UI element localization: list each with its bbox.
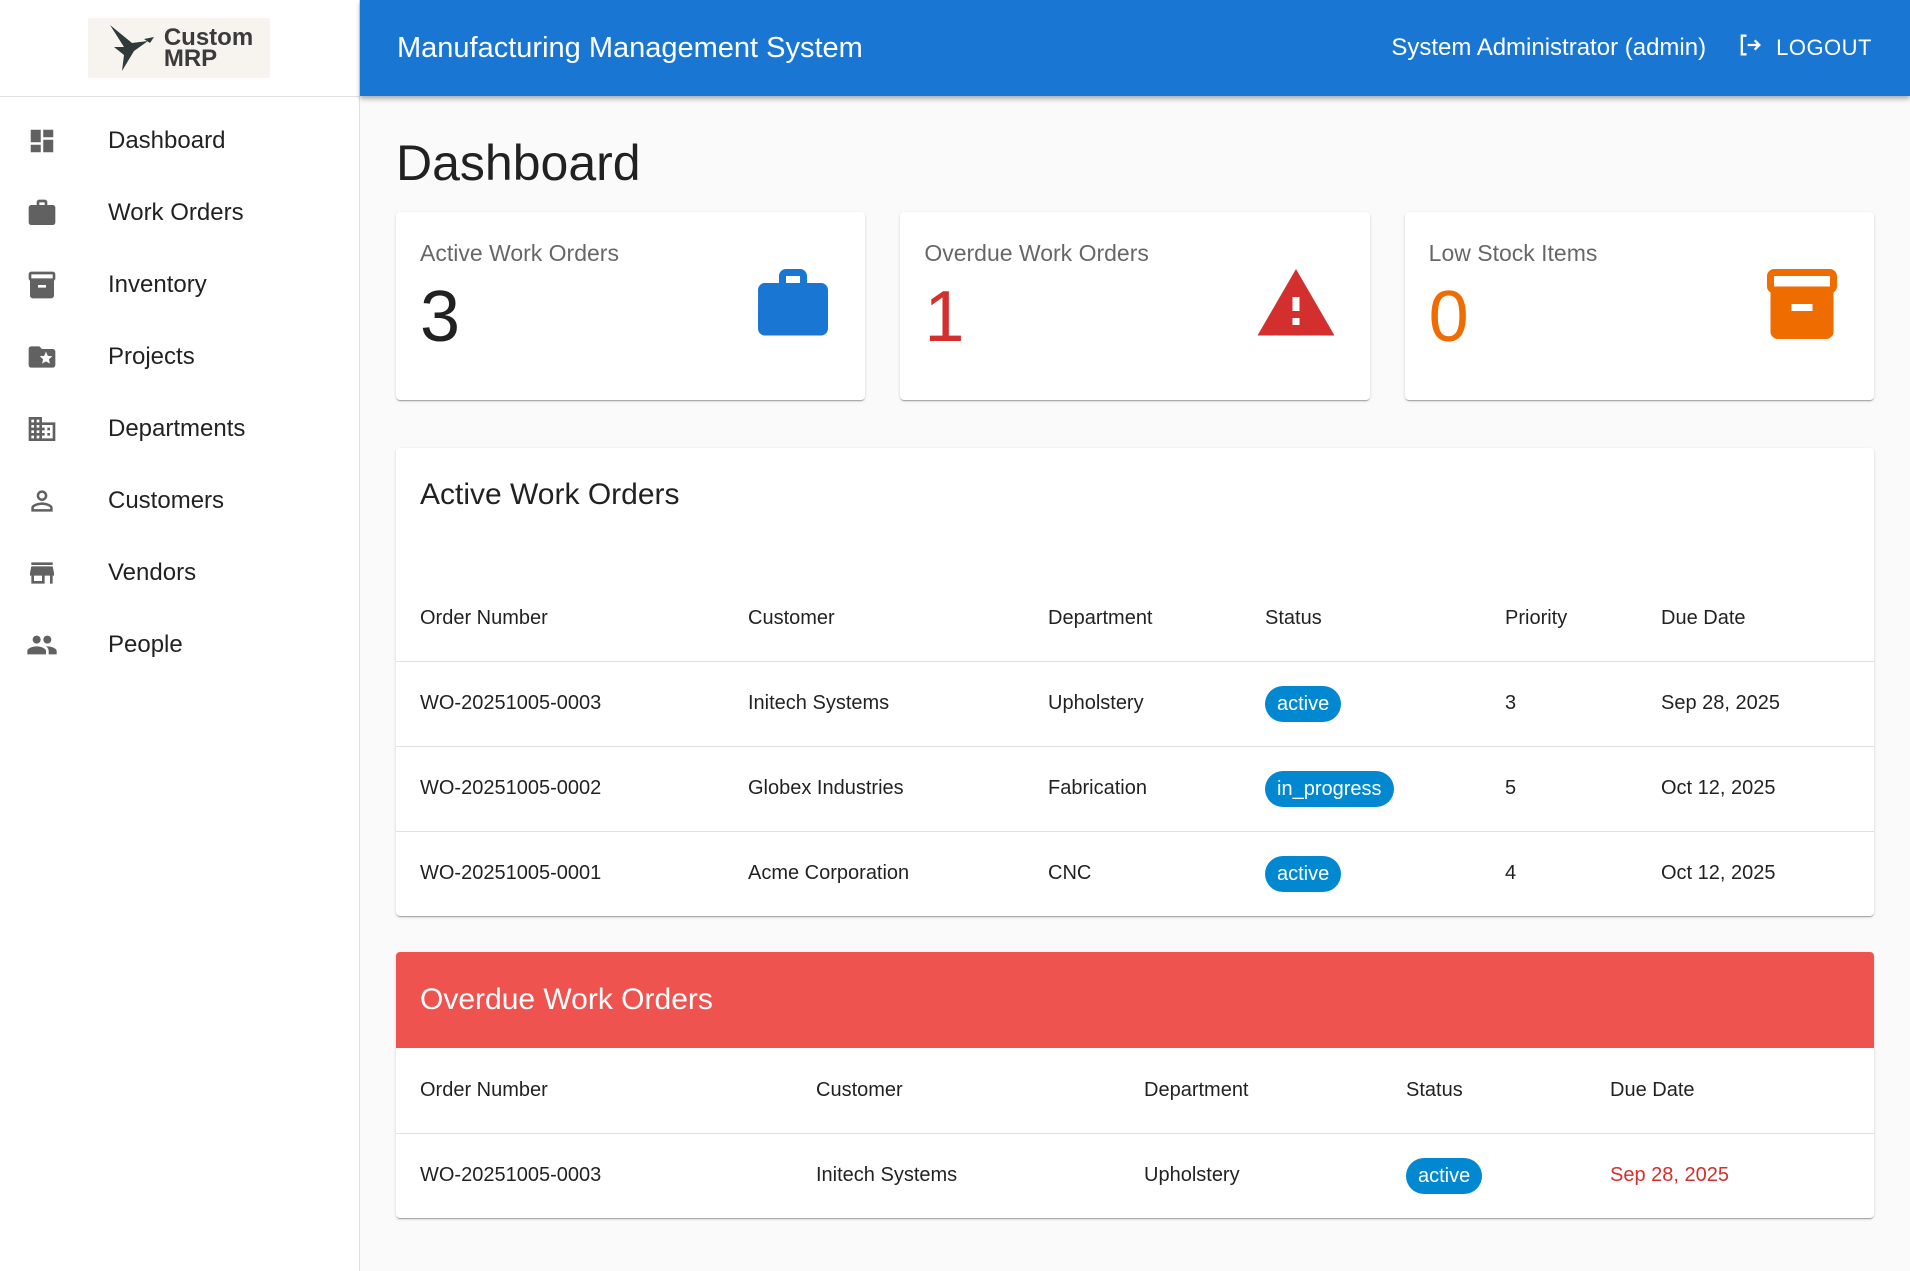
department: CNC bbox=[1048, 862, 1092, 885]
sidebar-item-label: People bbox=[108, 631, 183, 658]
overdue-work-orders-title: Overdue Work Orders bbox=[396, 952, 1874, 1048]
archive-icon bbox=[26, 269, 58, 301]
person-icon bbox=[26, 485, 58, 517]
sidebar: Custom MRP Dashboard Work Orders Invento… bbox=[0, 0, 360, 1271]
stats-row: Active Work Orders 3 Overdue Work Orders… bbox=[396, 212, 1874, 400]
due-date: Oct 12, 2025 bbox=[1661, 862, 1776, 885]
customer: Initech Systems bbox=[724, 661, 1024, 747]
column-header: Status bbox=[1241, 576, 1481, 662]
current-user: System Administrator (admin) bbox=[1391, 34, 1707, 61]
logout-icon bbox=[1736, 31, 1764, 65]
briefcase-icon bbox=[751, 262, 835, 351]
customer: Initech Systems bbox=[816, 1164, 958, 1187]
logo-area: Custom MRP bbox=[0, 0, 359, 97]
order-number: WO-20251005-0003 bbox=[420, 1164, 602, 1187]
priority: 5 bbox=[1481, 746, 1637, 832]
order-number: WO-20251005-0001 bbox=[420, 862, 602, 885]
sidebar-item-dashboard[interactable]: Dashboard bbox=[0, 105, 359, 177]
building-icon bbox=[26, 413, 58, 445]
sidebar-item-label: Vendors bbox=[108, 559, 197, 586]
due-date: Sep 28, 2025 bbox=[1637, 661, 1874, 747]
briefcase-icon bbox=[26, 197, 58, 229]
column-header: Status bbox=[1382, 1048, 1586, 1134]
table-row[interactable]: WO-20251005-0001 Acme Corporation CNC ac… bbox=[396, 831, 1874, 916]
overdue-work-orders-table: Order Number Customer Department Status … bbox=[396, 1048, 1874, 1218]
column-header: Department bbox=[1120, 1048, 1382, 1134]
table-row[interactable]: WO-20251005-0003 Initech Systems Upholst… bbox=[396, 661, 1874, 747]
status-badge: active bbox=[1265, 855, 1342, 892]
column-header: Customer bbox=[792, 1048, 1120, 1134]
table-header-row: Order Number Customer Department Status … bbox=[396, 576, 1874, 662]
bird-logo-icon bbox=[109, 25, 154, 71]
order-number: WO-20251005-0002 bbox=[396, 746, 724, 832]
column-header: Department bbox=[1024, 576, 1241, 662]
status-badge: active bbox=[1406, 1157, 1483, 1194]
stat-card-active: Active Work Orders 3 bbox=[396, 212, 866, 400]
column-header: Due Date bbox=[1586, 1048, 1874, 1134]
sidebar-item-label: Projects bbox=[108, 343, 195, 370]
column-header: Order Number bbox=[396, 1048, 792, 1134]
page-title: Dashboard bbox=[396, 135, 641, 191]
column-header: Priority bbox=[1481, 576, 1637, 662]
folder-star-icon bbox=[26, 341, 58, 373]
active-work-orders-title: Active Work Orders bbox=[420, 478, 680, 511]
sidebar-item-label: Dashboard bbox=[108, 127, 226, 154]
order-number: WO-20251005-0003 bbox=[396, 661, 724, 747]
archive-icon bbox=[1760, 262, 1844, 351]
sidebar-nav: Dashboard Work Orders Inventory Projects… bbox=[0, 105, 359, 681]
sidebar-item-inventory[interactable]: Inventory bbox=[0, 249, 359, 321]
status-badge: active bbox=[1265, 685, 1342, 722]
sidebar-item-label: Inventory bbox=[108, 271, 207, 298]
warning-icon bbox=[1252, 262, 1340, 351]
customer: Globex Industries bbox=[724, 746, 1024, 832]
priority: 4 bbox=[1505, 862, 1517, 885]
column-header: Due Date bbox=[1637, 576, 1874, 662]
sidebar-item-people[interactable]: People bbox=[0, 609, 359, 681]
status-cell: active bbox=[1241, 661, 1481, 747]
sidebar-item-label: Departments bbox=[108, 415, 246, 442]
dashboard-icon bbox=[26, 125, 58, 157]
status-cell: active bbox=[1241, 831, 1481, 916]
app-bar: Manufacturing Management System System A… bbox=[360, 0, 1910, 96]
logo-text: Custom MRP bbox=[163, 26, 253, 72]
table-header-row: Order Number Customer Department Status … bbox=[396, 1048, 1874, 1134]
column-header: Customer bbox=[724, 576, 1024, 662]
app-title: Manufacturing Management System bbox=[397, 31, 863, 64]
app-logo[interactable]: Custom MRP bbox=[87, 18, 270, 78]
sidebar-item-customers[interactable]: Customers bbox=[0, 465, 359, 537]
status-badge: in_progress bbox=[1265, 770, 1394, 807]
due-date: Oct 12, 2025 bbox=[1637, 746, 1874, 832]
people-icon bbox=[26, 629, 58, 661]
table-row[interactable]: WO-20251005-0002 Globex Industries Fabri… bbox=[396, 746, 1874, 832]
active-work-orders-card: Active Work Orders Order Number Customer… bbox=[396, 448, 1874, 916]
status-cell: in_progress bbox=[1241, 746, 1481, 832]
main-content: Dashboard Active Work Orders 3 Overdue W… bbox=[396, 96, 1874, 1218]
department: Upholstery bbox=[1024, 661, 1241, 747]
store-icon bbox=[26, 557, 58, 589]
logo-line-2: MRP bbox=[163, 45, 218, 72]
sidebar-item-projects[interactable]: Projects bbox=[0, 321, 359, 393]
sidebar-item-vendors[interactable]: Vendors bbox=[0, 537, 359, 609]
stat-card-overdue: Overdue Work Orders 1 bbox=[900, 212, 1370, 400]
sidebar-item-departments[interactable]: Departments bbox=[0, 393, 359, 465]
sidebar-item-label: Work Orders bbox=[108, 199, 244, 226]
sidebar-item-label: Customers bbox=[108, 487, 225, 514]
table-row[interactable]: WO-20251005-0003 Initech Systems Upholst… bbox=[396, 1133, 1874, 1218]
active-work-orders-table: Order Number Customer Department Status … bbox=[396, 576, 1874, 916]
customer: Acme Corporation bbox=[748, 862, 910, 885]
logout-button[interactable]: LOGOUT bbox=[1736, 25, 1872, 71]
due-date: Sep 28, 2025 bbox=[1610, 1164, 1729, 1187]
sidebar-item-work-orders[interactable]: Work Orders bbox=[0, 177, 359, 249]
logout-label: LOGOUT bbox=[1776, 35, 1872, 60]
status-cell: active bbox=[1382, 1133, 1586, 1218]
stat-card-low-stock: Low Stock Items 0 bbox=[1404, 212, 1874, 400]
overdue-work-orders-card: Overdue Work Orders Order Number Custome… bbox=[396, 952, 1874, 1218]
department: Fabrication bbox=[1024, 746, 1241, 832]
department: Upholstery bbox=[1144, 1164, 1240, 1187]
column-header: Order Number bbox=[396, 576, 724, 662]
priority: 3 bbox=[1481, 661, 1637, 747]
appbar-right: System Administrator (admin) LOGOUT bbox=[1391, 25, 1872, 71]
